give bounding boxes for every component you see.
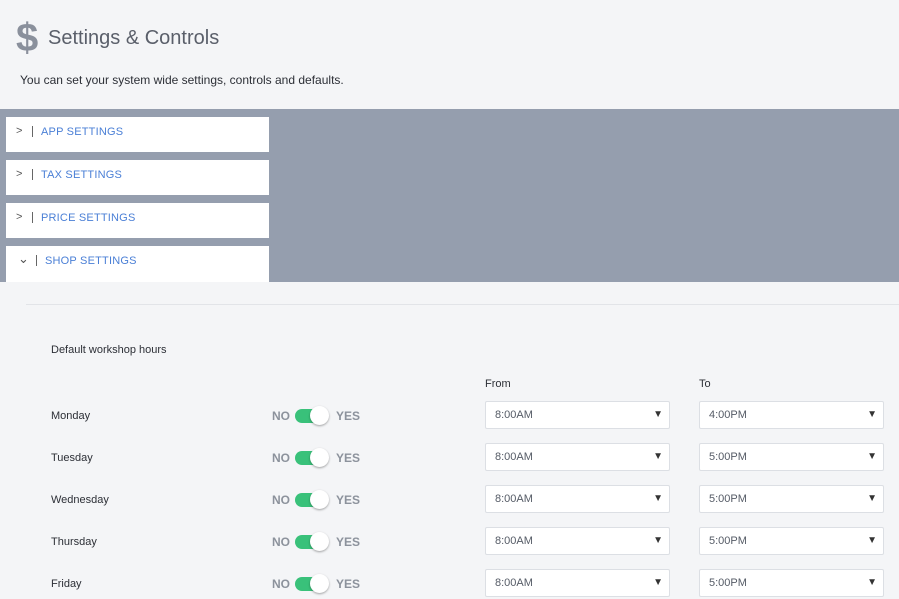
dropdown-arrow-icon: ▼ xyxy=(867,451,877,462)
dropdown-arrow-icon: ▼ xyxy=(867,535,877,546)
dropdown-arrow-icon: ▼ xyxy=(867,409,877,420)
toggle-yes-label: YES xyxy=(336,493,361,507)
page-title: Settings & Controls xyxy=(48,27,220,49)
accordion-label: TAX SETTINGS xyxy=(41,169,123,181)
toggle-no-label: NO xyxy=(272,451,290,465)
to-time-value: 5:00PM xyxy=(709,577,747,589)
from-time-value: 8:00AM xyxy=(495,535,533,547)
separator-bar xyxy=(36,255,37,266)
page-header: $ Settings & Controls You can set your s… xyxy=(0,0,899,109)
separator-bar xyxy=(32,169,33,180)
dropdown-arrow-icon: ▼ xyxy=(653,577,663,588)
toggle-knob xyxy=(310,448,329,467)
separator-bar xyxy=(32,212,33,223)
to-time-value: 5:00PM xyxy=(709,535,747,547)
to-header: To xyxy=(699,378,711,390)
from-time-value: 8:00AM xyxy=(495,409,533,421)
from-time-select-tuesday[interactable]: 8:00AM ▼ xyxy=(485,443,670,471)
accordion-app-settings[interactable]: > APP SETTINGS xyxy=(6,117,269,152)
accordion-label: SHOP SETTINGS xyxy=(45,255,137,267)
to-time-value: 5:00PM xyxy=(709,451,747,463)
to-time-select-monday[interactable]: 4:00PM ▼ xyxy=(699,401,884,429)
toggle-knob xyxy=(310,532,329,551)
accordion-tax-settings[interactable]: > TAX SETTINGS xyxy=(6,160,269,195)
from-time-value: 8:00AM xyxy=(495,493,533,505)
day-label-friday: Friday xyxy=(51,578,82,590)
accordion-label: PRICE SETTINGS xyxy=(41,212,136,224)
from-header: From xyxy=(485,378,511,390)
chevron-down-icon: ⌄ xyxy=(18,251,29,266)
separator-bar xyxy=(32,126,33,137)
to-time-select-thursday[interactable]: 5:00PM ▼ xyxy=(699,527,884,555)
from-time-select-thursday[interactable]: 8:00AM ▼ xyxy=(485,527,670,555)
day-label-tuesday: Tuesday xyxy=(51,452,93,464)
toggle-switch-wednesday[interactable] xyxy=(295,490,329,509)
to-time-select-wednesday[interactable]: 5:00PM ▼ xyxy=(699,485,884,513)
accordion-shop-settings[interactable]: ⌄ SHOP SETTINGS xyxy=(6,246,269,282)
from-time-value: 8:00AM xyxy=(495,451,533,463)
dropdown-arrow-icon: ▼ xyxy=(867,493,877,504)
toggle-no-label: NO xyxy=(272,493,290,507)
to-time-value: 5:00PM xyxy=(709,493,747,505)
accordion-price-settings[interactable]: > PRICE SETTINGS xyxy=(6,203,269,238)
to-time-select-friday[interactable]: 5:00PM ▼ xyxy=(699,569,884,597)
toggle-no-label: NO xyxy=(272,409,290,423)
from-time-select-friday[interactable]: 8:00AM ▼ xyxy=(485,569,670,597)
toggle-knob xyxy=(310,490,329,509)
day-label-wednesday: Wednesday xyxy=(51,494,109,506)
dollar-icon: $ xyxy=(16,16,39,60)
chevron-right-icon: > xyxy=(16,168,23,180)
dropdown-arrow-icon: ▼ xyxy=(653,535,663,546)
dropdown-arrow-icon: ▼ xyxy=(653,451,663,462)
dropdown-arrow-icon: ▼ xyxy=(867,577,877,588)
section-divider xyxy=(26,304,899,305)
toggle-no-label: NO xyxy=(272,535,290,549)
toggle-yes-label: YES xyxy=(336,409,361,423)
to-time-value: 4:00PM xyxy=(709,409,747,421)
toggle-switch-thursday[interactable] xyxy=(295,532,329,551)
to-time-select-tuesday[interactable]: 5:00PM ▼ xyxy=(699,443,884,471)
dropdown-arrow-icon: ▼ xyxy=(653,493,663,504)
toggle-switch-tuesday[interactable] xyxy=(295,448,329,467)
page-subtitle: You can set your system wide settings, c… xyxy=(20,73,344,87)
toggle-switch-friday[interactable] xyxy=(295,574,329,593)
section-title: Default workshop hours xyxy=(51,344,167,356)
from-time-select-monday[interactable]: 8:00AM ▼ xyxy=(485,401,670,429)
accordion-label: APP SETTINGS xyxy=(41,126,124,138)
from-time-value: 8:00AM xyxy=(495,577,533,589)
toggle-no-label: NO xyxy=(272,577,290,591)
toggle-yes-label: YES xyxy=(336,535,361,549)
chevron-right-icon: > xyxy=(16,125,23,137)
toggle-yes-label: YES xyxy=(336,451,361,465)
from-time-select-wednesday[interactable]: 8:00AM ▼ xyxy=(485,485,670,513)
day-label-thursday: Thursday xyxy=(51,536,97,548)
dropdown-arrow-icon: ▼ xyxy=(653,409,663,420)
chevron-right-icon: > xyxy=(16,211,23,223)
toggle-yes-label: YES xyxy=(336,577,361,591)
day-label-monday: Monday xyxy=(51,410,91,422)
toggle-knob xyxy=(310,406,329,425)
toggle-knob xyxy=(310,574,329,593)
toggle-switch-monday[interactable] xyxy=(295,406,329,425)
